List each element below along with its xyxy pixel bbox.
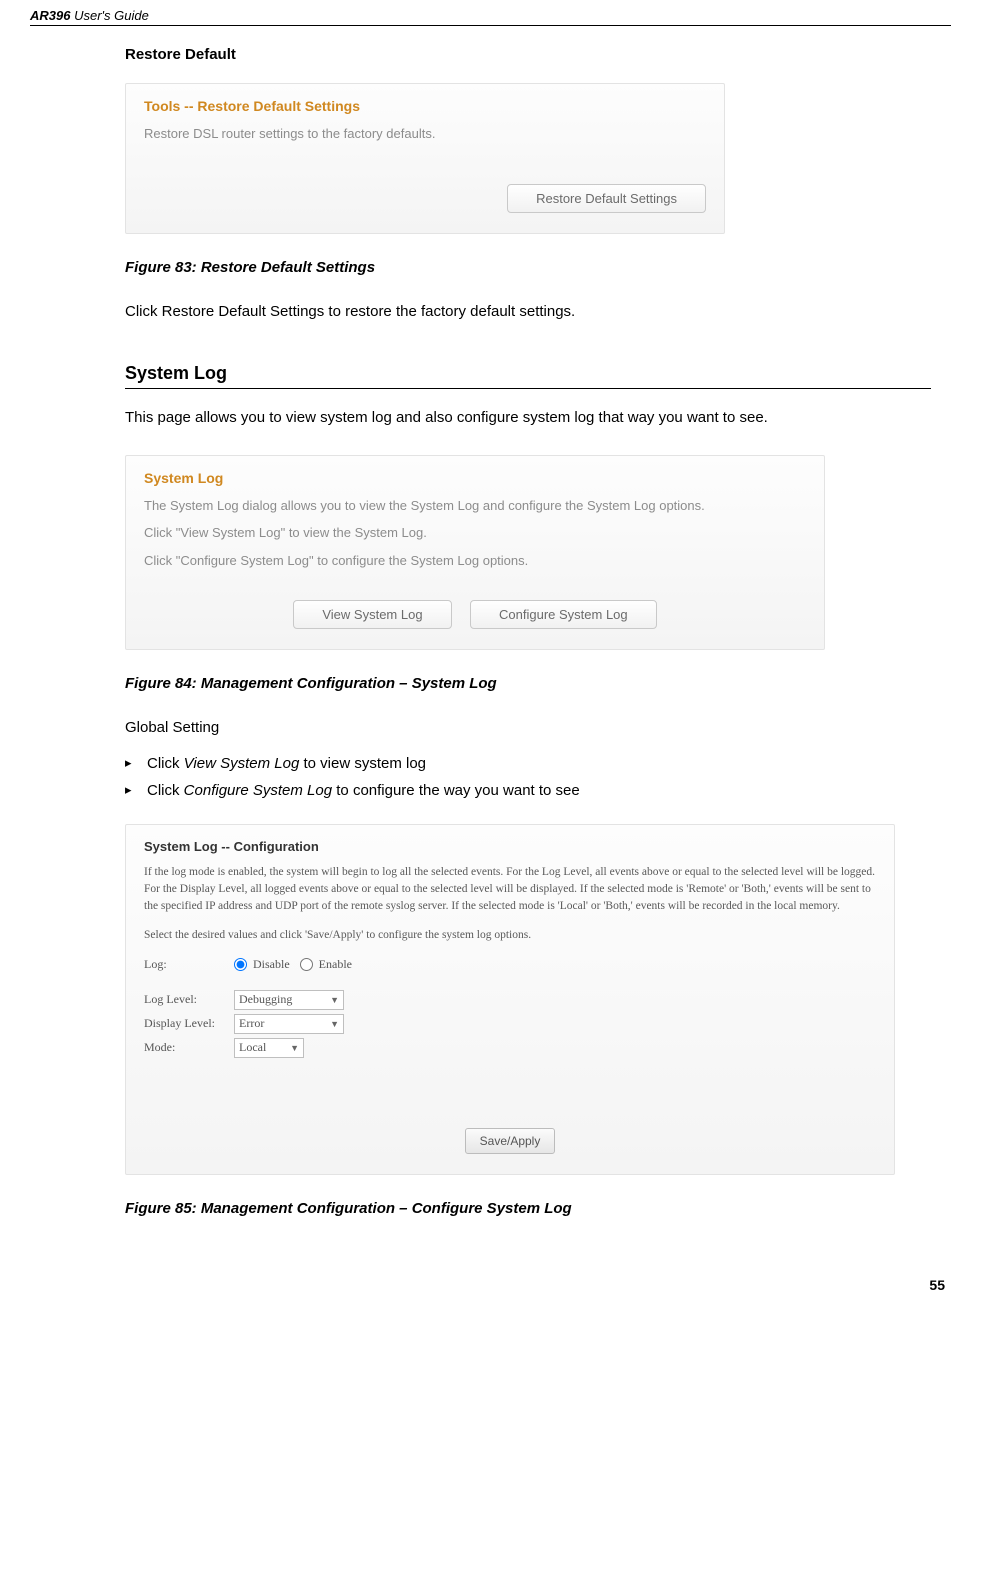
syslog-panel-title: System Log [144,470,806,486]
conf-para-2: Select the desired values and click 'Sav… [144,927,876,944]
guide-label: User's Guide [74,8,149,23]
chevron-down-icon: ▼ [330,995,339,1005]
mode-row: Mode: Local ▼ [144,1038,876,1058]
figure-84-caption: Figure 84: Management Configuration – Sy… [125,675,931,692]
restore-body-text: Click Restore Default Settings to restor… [125,301,931,324]
log-enable-row: Log: Disable Enable [144,957,876,972]
log-disable-radio[interactable]: Disable [234,957,290,972]
bullet1-pre: Click [147,755,184,772]
display-level-value: Error [239,1016,264,1031]
restore-default-panel: Tools -- Restore Default Settings Restor… [125,83,725,234]
log-level-select[interactable]: Debugging ▼ [234,990,344,1010]
figure-85-caption: Figure 85: Management Configuration – Co… [125,1200,931,1217]
figure-83-caption: Figure 83: Restore Default Settings [125,259,931,276]
log-label: Log: [144,957,234,972]
configure-syslog-panel: System Log -- Configuration If the log m… [125,824,895,1175]
bullet2-em: Configure System Log [184,782,332,799]
log-level-row: Log Level: Debugging ▼ [144,990,876,1010]
global-setting-heading: Global Setting [125,717,931,740]
mode-select[interactable]: Local ▼ [234,1038,304,1058]
bullet1-post: to view system log [299,755,426,772]
display-level-select[interactable]: Error ▼ [234,1014,344,1034]
bullet-view-log: Click View System Log to view system log [125,750,931,777]
system-log-intro: This page allows you to view system log … [125,407,931,430]
restore-default-heading: Restore Default [125,46,931,63]
restore-panel-title: Tools -- Restore Default Settings [144,98,706,114]
display-level-row: Display Level: Error ▼ [144,1014,876,1034]
page-number: 55 [30,1277,951,1293]
radio-disable-label: Disable [253,957,290,972]
page-header: AR396 User's Guide [30,0,951,26]
save-apply-button[interactable]: Save/Apply [465,1128,556,1154]
conf-para-1: If the log mode is enabled, the system w… [144,864,876,916]
system-log-section-title: System Log [125,363,931,389]
syslog-desc-2: Click "View System Log" to view the Syst… [144,523,806,543]
syslog-desc-3: Click "Configure System Log" to configur… [144,551,806,571]
product-name: AR396 [30,8,70,23]
log-level-value: Debugging [239,992,292,1007]
mode-label: Mode: [144,1040,234,1055]
radio-disable[interactable] [234,958,247,971]
log-level-label: Log Level: [144,992,234,1007]
bullet-configure-log: Click Configure System Log to configure … [125,777,931,804]
system-log-panel: System Log The System Log dialog allows … [125,455,825,651]
header-product: AR396 User's Guide [30,8,149,23]
radio-enable[interactable] [300,958,313,971]
global-setting-bullets: Click View System Log to view system log… [125,750,931,804]
restore-panel-desc: Restore DSL router settings to the facto… [144,124,706,144]
bullet2-post: to configure the way you want to see [332,782,580,799]
chevron-down-icon: ▼ [290,1043,299,1053]
radio-enable-label: Enable [319,957,352,972]
view-system-log-button[interactable]: View System Log [293,600,451,629]
display-level-label: Display Level: [144,1016,234,1031]
syslog-desc-1: The System Log dialog allows you to view… [144,496,806,516]
bullet2-pre: Click [147,782,184,799]
conf-panel-title: System Log -- Configuration [144,839,876,854]
chevron-down-icon: ▼ [330,1019,339,1029]
restore-default-button[interactable]: Restore Default Settings [507,184,706,213]
mode-value: Local [239,1040,266,1055]
configure-system-log-button[interactable]: Configure System Log [470,600,657,629]
log-enable-radio[interactable]: Enable [300,957,352,972]
bullet1-em: View System Log [184,755,300,772]
